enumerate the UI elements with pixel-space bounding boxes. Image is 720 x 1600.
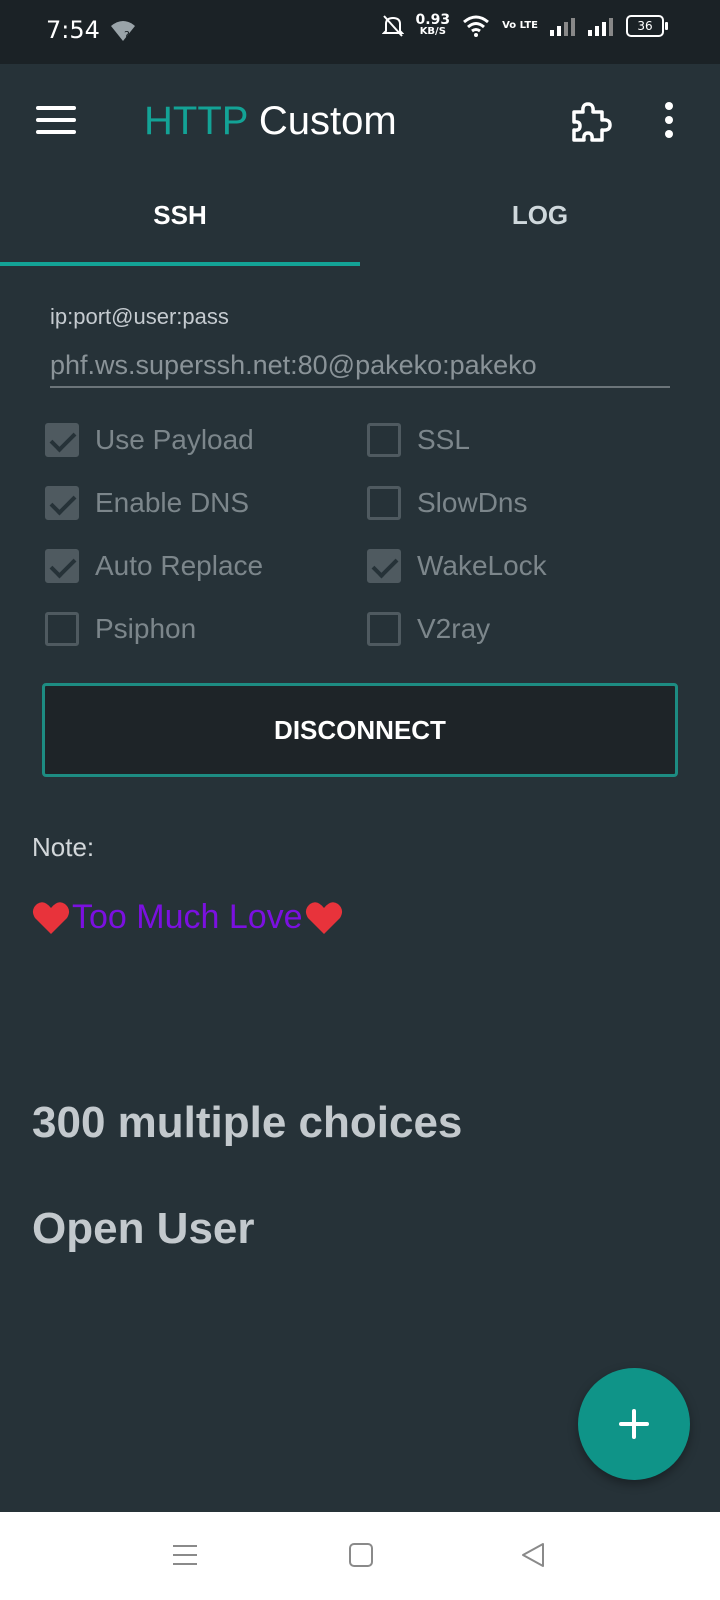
option-label: Psiphon: [95, 613, 197, 644]
battery-icon: 36: [626, 15, 668, 37]
status-indicators: 0.93 KB/S Vo LTE 36: [381, 12, 668, 38]
app-bar: HTTP Custom SSH LOG: [0, 64, 720, 276]
svg-text:?: ?: [124, 29, 130, 42]
wifi-icon: [463, 15, 490, 37]
host-input[interactable]: [50, 344, 670, 388]
note-message: Too Much Love: [32, 898, 343, 937]
heart-icon: [32, 901, 70, 934]
tab-ssh[interactable]: SSH: [0, 172, 360, 272]
tab-log[interactable]: LOG: [360, 172, 720, 272]
option-enable-dns[interactable]: Enable DNS: [45, 486, 249, 520]
recents-menu-icon[interactable]: [172, 1542, 198, 1568]
note-text: Too Much Love: [72, 898, 303, 936]
note-label: Note:: [32, 832, 95, 862]
checkbox-checked[interactable]: [45, 486, 79, 520]
note-line-2: Open User: [32, 1204, 255, 1253]
hamburger-menu-icon[interactable]: [36, 106, 76, 136]
option-psiphon[interactable]: Psiphon: [45, 612, 196, 646]
option-auto-replace[interactable]: Auto Replace: [45, 549, 263, 583]
app-title: HTTP Custom: [144, 99, 397, 144]
wifi-unknown-icon: ?: [111, 21, 135, 42]
option-label: SSL: [417, 424, 470, 455]
note-line-1: 300 multiple choices: [32, 1098, 463, 1147]
option-ssl[interactable]: SSL: [367, 423, 470, 457]
disconnect-button[interactable]: DISCONNECT: [42, 683, 678, 777]
active-tab-indicator: [0, 262, 360, 266]
option-v2ray[interactable]: V2ray: [367, 612, 490, 646]
network-speed: 0.93 KB/S: [415, 12, 451, 38]
option-label: Use Payload: [95, 424, 254, 455]
app-title-rest: Custom: [247, 99, 397, 143]
system-nav-bar: [0, 1512, 720, 1600]
back-triangle-icon[interactable]: [520, 1542, 546, 1568]
option-label: Auto Replace: [95, 550, 264, 581]
checkbox-unchecked[interactable]: [45, 612, 79, 646]
mute-bell-icon: [381, 15, 404, 37]
option-label: WakeLock: [417, 550, 547, 581]
heart-icon: [305, 901, 342, 934]
signal-icon-sim2: [588, 18, 613, 36]
checkbox-unchecked[interactable]: [367, 486, 401, 520]
checkbox-checked[interactable]: [45, 423, 79, 457]
host-field-label: ip:port@user:pass: [50, 304, 229, 329]
option-slowdns[interactable]: SlowDns: [367, 486, 527, 520]
checkbox-checked[interactable]: [45, 549, 79, 583]
checkbox-unchecked[interactable]: [367, 612, 401, 646]
option-wakelock[interactable]: WakeLock: [367, 549, 547, 583]
more-vert-icon[interactable]: [664, 102, 674, 142]
option-label: SlowDns: [417, 487, 528, 518]
option-use-payload[interactable]: Use Payload: [45, 423, 254, 457]
option-label: Enable DNS: [95, 487, 250, 518]
speed-unit: KB/S: [419, 26, 446, 37]
puzzle-icon[interactable]: [568, 100, 612, 144]
home-square-icon[interactable]: [348, 1542, 374, 1568]
option-label: V2ray: [417, 613, 491, 644]
add-fab-plus-icon[interactable]: [578, 1368, 690, 1480]
checkbox-unchecked[interactable]: [367, 423, 401, 457]
speed-value: 0.93: [415, 12, 451, 28]
volte-indicator: Vo LTE: [502, 20, 538, 31]
signal-icon-sim1: [550, 18, 575, 36]
app-title-accent: HTTP: [144, 99, 248, 143]
status-time: 7:54: [46, 16, 100, 44]
tab-bar: SSH LOG: [0, 172, 720, 272]
checkbox-checked[interactable]: [367, 549, 401, 583]
status-bar: 7:54 ? 0.93 KB/S Vo LTE 36: [0, 0, 720, 64]
